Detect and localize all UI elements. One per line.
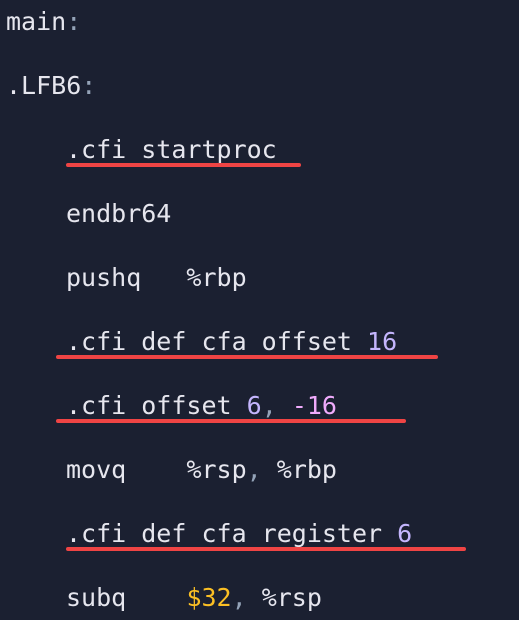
number: -16 [292,391,337,420]
line-cfi-def-cfa-offset: .cfi_def_cfa_offset 16 [6,326,519,358]
underline-icon [56,355,438,359]
colon: : [66,7,81,36]
sp [232,391,247,420]
sp [352,327,367,356]
line-movq-rsp-rbp: movq %rsp, %rbp [6,454,519,486]
directive: .cfi_offset [66,391,232,420]
underline-icon [66,163,301,167]
underline-icon [56,419,406,423]
line-cfi-def-cfa-register: .cfi_def_cfa_register 6 [6,518,519,550]
underline-icon [66,547,466,551]
number: 6 [397,519,412,548]
comma: , [232,583,262,612]
opcode: subq [66,583,126,612]
directive: .cfi_def_cfa_offset [66,327,352,356]
directive: .cfi_def_cfa_register [66,519,382,548]
operand: %rbp [277,455,337,484]
number: 6 [247,391,262,420]
line-pushq: pushq %rbp [6,262,519,294]
comma: , [262,391,292,420]
assembly-listing: main: .LFB6: .cfi_startproc endbr64 push… [0,0,519,620]
colon: : [81,71,96,100]
line-cfi-offset: .cfi_offset 6, -16 [6,390,519,422]
directive: .cfi_startproc [66,135,277,164]
sp [382,519,397,548]
operand: %rsp [262,583,322,612]
line-subq: subq $32, %rsp [6,582,519,614]
line-main-label: main: [6,6,519,38]
comma: , [247,455,277,484]
gap [126,455,186,484]
opcode: movq [66,455,126,484]
operand: %rbp [186,263,246,292]
number: 16 [367,327,397,356]
opcode: pushq [66,263,141,292]
opcode: endbr64 [66,199,171,228]
operand: %rsp [186,455,246,484]
line-endbr64: endbr64 [6,198,519,230]
gap [126,583,186,612]
line-lfb6-label: .LFB6: [6,70,519,102]
immediate: $32 [186,583,231,612]
line-cfi-startproc: .cfi_startproc [6,134,519,166]
label: main [6,7,66,36]
gap [141,263,186,292]
label: .LFB6 [6,71,81,100]
